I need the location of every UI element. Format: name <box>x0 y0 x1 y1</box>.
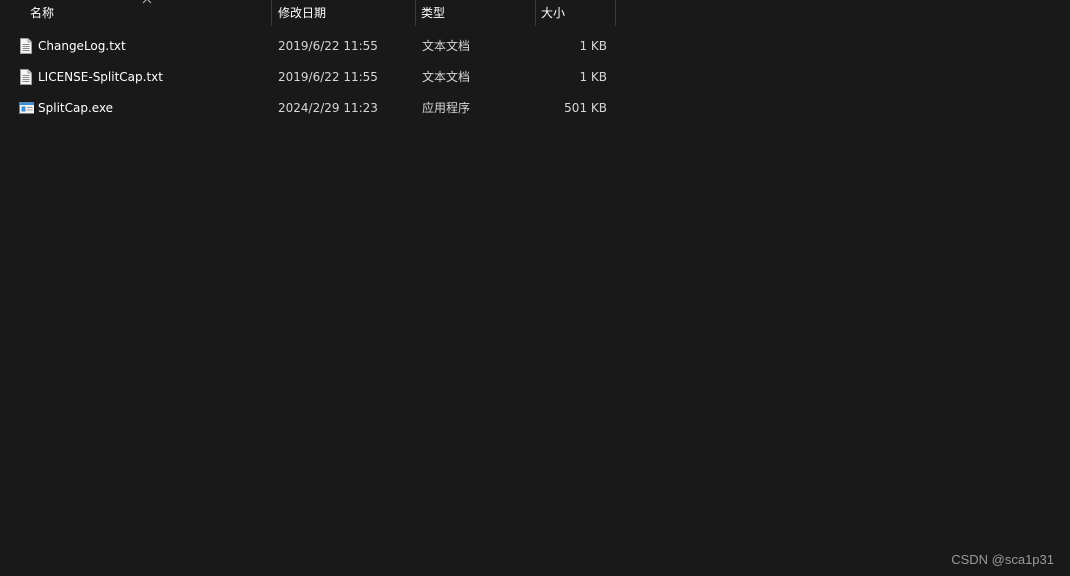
column-header-modified[interactable]: 修改日期 <box>272 0 415 26</box>
file-row[interactable]: LICENSE-SplitCap.txt 2019/6/22 11:55 文本文… <box>0 66 616 88</box>
application-icon <box>19 102 34 114</box>
text-file-icon <box>20 38 32 54</box>
file-name: ChangeLog.txt <box>38 39 126 53</box>
column-header-size-label: 大小 <box>541 6 566 20</box>
column-divider[interactable] <box>615 0 616 26</box>
text-file-icon <box>20 69 32 85</box>
file-name: SplitCap.exe <box>38 101 114 115</box>
file-name: LICENSE-SplitCap.txt <box>38 70 163 84</box>
column-header-size[interactable]: 大小 <box>536 0 615 26</box>
sort-ascending-icon <box>142 0 152 4</box>
file-modified-date: 2024/2/29 11:23 <box>278 101 378 115</box>
file-type: 文本文档 <box>422 39 471 53</box>
file-row[interactable]: SplitCap.exe 2024/2/29 11:23 应用程序 501 KB <box>0 97 616 119</box>
file-type: 应用程序 <box>422 101 471 115</box>
column-header-name-label: 名称 <box>30 6 55 20</box>
column-header-type-label: 类型 <box>421 6 446 20</box>
file-size: 501 KB <box>564 101 607 115</box>
column-header-modified-label: 修改日期 <box>278 6 327 20</box>
file-modified-date: 2019/6/22 11:55 <box>278 70 378 84</box>
column-header-name[interactable]: 名称 <box>0 0 271 26</box>
column-header-bar: 名称 修改日期 类型 大小 <box>0 0 616 26</box>
file-modified-date: 2019/6/22 11:55 <box>278 39 378 53</box>
file-size: 1 KB <box>579 39 607 53</box>
watermark-text: CSDN @sca1p31 <box>951 552 1054 567</box>
column-header-type[interactable]: 类型 <box>416 0 535 26</box>
file-type: 文本文档 <box>422 70 471 84</box>
file-size: 1 KB <box>579 70 607 84</box>
file-row[interactable]: ChangeLog.txt 2019/6/22 11:55 文本文档 1 KB <box>0 35 616 57</box>
